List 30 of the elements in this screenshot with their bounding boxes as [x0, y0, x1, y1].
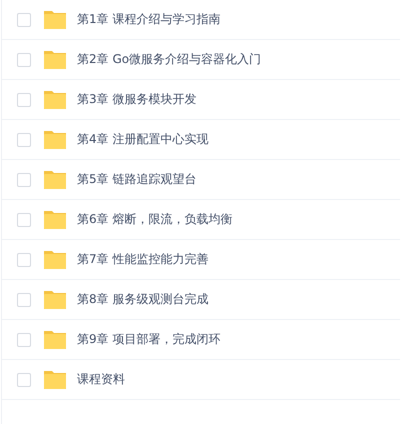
folder-icon [43, 10, 67, 30]
checkbox[interactable] [17, 12, 31, 26]
folder-name[interactable]: 课程资料 [77, 371, 125, 388]
folder-name[interactable]: 第2章 Go微服务介绍与容器化入门 [77, 51, 262, 68]
checkbox[interactable] [17, 332, 31, 346]
folder-icon [43, 130, 67, 150]
folder-name[interactable]: 第5章 链路追踪观望台 [77, 171, 196, 188]
folder-icon [43, 90, 67, 110]
folder-name[interactable]: 第4章 注册配置中心实现 [77, 131, 208, 148]
checkbox[interactable] [17, 52, 31, 66]
folder-icon [43, 250, 67, 270]
folder-icon [43, 370, 67, 390]
folder-name[interactable]: 第3章 微服务模块开发 [77, 91, 196, 108]
folder-name[interactable]: 第9章 项目部署，完成闭环 [77, 331, 220, 348]
folder-icon [43, 210, 67, 230]
folder-icon [43, 330, 67, 350]
checkbox[interactable] [17, 372, 31, 386]
folder-name[interactable]: 第7章 性能监控能力完善 [77, 251, 208, 268]
folder-name[interactable]: 第6章 熔断，限流，负载均衡 [77, 211, 232, 228]
checkbox[interactable] [17, 92, 31, 106]
folder-icon [43, 170, 67, 190]
folder-icon [43, 50, 67, 70]
checkbox[interactable] [17, 172, 31, 186]
checkbox[interactable] [17, 132, 31, 146]
checkbox[interactable] [17, 252, 31, 266]
checkbox[interactable] [17, 212, 31, 226]
folder-name[interactable]: 第1章 课程介绍与学习指南 [77, 11, 220, 28]
checkbox[interactable] [17, 292, 31, 306]
folder-icon [43, 290, 67, 310]
folder-name[interactable]: 第8章 服务级观测台完成 [77, 291, 208, 308]
